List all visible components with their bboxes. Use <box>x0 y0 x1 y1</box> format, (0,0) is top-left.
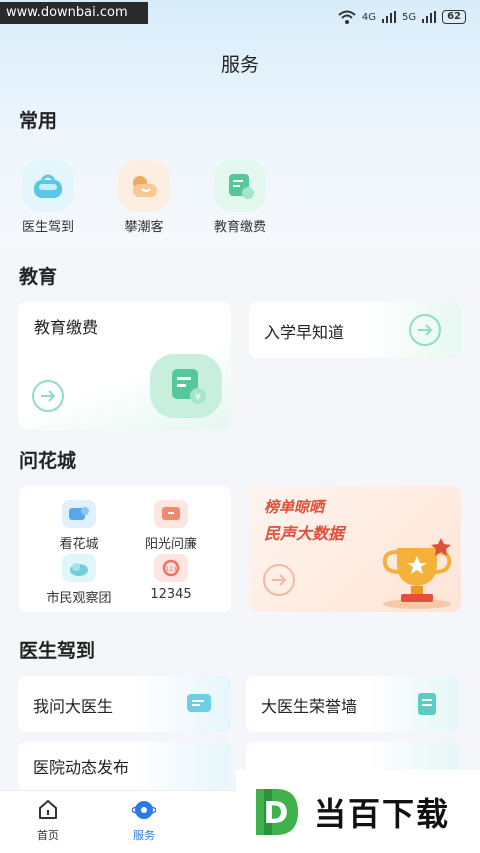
status-bar: 4G 5G 62 <box>338 6 466 28</box>
doctor-bag-icon <box>22 160 74 212</box>
tv-icon <box>154 500 188 528</box>
video-chat-icon <box>62 500 96 528</box>
arrow-right-icon <box>409 314 441 346</box>
network-4g-label: 4G <box>361 11 376 23</box>
grid-label: 市民观察团 <box>46 591 112 606</box>
grid-item-citizen-observer[interactable]: 市民观察团 <box>29 554 129 606</box>
brand-d-logo-icon: D <box>256 788 298 835</box>
card-doctor-honor-wall[interactable]: 大医生荣誉墙 <box>246 676 459 732</box>
svg-text:¥: ¥ <box>195 392 201 403</box>
card-ask-doctor[interactable]: 我问大医生 <box>18 676 231 732</box>
grid-label: 12345 <box>150 587 192 602</box>
chat-screen-icon <box>187 694 211 712</box>
arrow-right-icon <box>32 380 64 412</box>
brand-logo: D 当百下载 <box>236 770 480 853</box>
card-title: 入学早知道 <box>264 323 345 342</box>
card-enroll-info[interactable]: 入学早知道 <box>249 302 461 358</box>
shortcut-education-pay[interactable]: 教育缴费 <box>204 160 276 235</box>
battery-indicator: 62 <box>442 10 466 24</box>
shortcut-label: 医生驾到 <box>21 220 74 235</box>
signal-icon <box>422 11 437 23</box>
hotline-icon: 123 <box>154 554 188 582</box>
page-title: 服务 <box>220 54 259 76</box>
tab-label: 首页 <box>37 829 59 842</box>
section-title-doctor: 医生驾到 <box>19 640 96 662</box>
section-title-education: 教育 <box>19 266 58 288</box>
watermark: www.downbai.com <box>0 2 148 24</box>
grid-item-kanhuacheng[interactable]: 看花城 <box>29 500 129 552</box>
card-hospital-news[interactable]: 医院动态发布 <box>18 742 231 790</box>
wifi-icon <box>338 10 356 24</box>
banner-line1: 榜单晾晒 <box>264 498 325 516</box>
grid-label: 看花城 <box>59 537 99 552</box>
service-icon <box>131 801 157 819</box>
section-title-common: 常用 <box>19 110 58 132</box>
network-5g-label: 5G <box>401 11 417 23</box>
shortcut-doctor[interactable]: 医生驾到 <box>12 160 84 235</box>
banner-line2: 民声大数据 <box>264 524 345 543</box>
sun-cloud-icon <box>118 160 170 212</box>
card-title: 我问大医生 <box>33 697 114 716</box>
shortcut-panchaoke[interactable]: 攀潮客 <box>108 160 180 235</box>
grid-item-12345[interactable]: 123 12345 <box>121 554 221 602</box>
card-title: 医院动态发布 <box>33 758 130 777</box>
tab-service[interactable]: 服务 <box>114 799 174 843</box>
grid-label: 阳光问廉 <box>144 537 197 552</box>
payment-card-icon: ¥ <box>150 354 222 418</box>
svg-text:D: D <box>264 796 289 831</box>
section-title-wenhuacheng: 问花城 <box>19 450 77 472</box>
wenhuacheng-grid: 看花城 阳光问廉 市民观察团 123 12345 <box>19 486 231 612</box>
signal-icon <box>381 11 396 23</box>
brand-text: 当百下载 <box>314 794 451 833</box>
tab-home[interactable]: 首页 <box>18 799 78 843</box>
trophy-icon <box>382 538 452 609</box>
cloud-icon <box>62 554 96 582</box>
svg-text:123: 123 <box>165 566 177 573</box>
shortcut-label: 教育缴费 <box>213 220 266 235</box>
arrow-right-icon <box>263 564 295 596</box>
tab-label: 服务 <box>133 829 155 842</box>
certificate-icon <box>418 693 436 715</box>
shortcut-label: 攀潮客 <box>124 220 164 235</box>
card-title: 大医生荣誉墙 <box>261 697 358 716</box>
card-title: 教育缴费 <box>34 318 99 337</box>
banner-public-data[interactable]: 榜单晾晒 民声大数据 <box>249 486 461 612</box>
grid-item-yangguangwenlian[interactable]: 阳光问廉 <box>121 500 221 552</box>
home-icon <box>39 800 57 819</box>
card-education-pay[interactable]: 教育缴费 ¥ <box>18 302 231 430</box>
payment-card-icon <box>214 160 266 212</box>
